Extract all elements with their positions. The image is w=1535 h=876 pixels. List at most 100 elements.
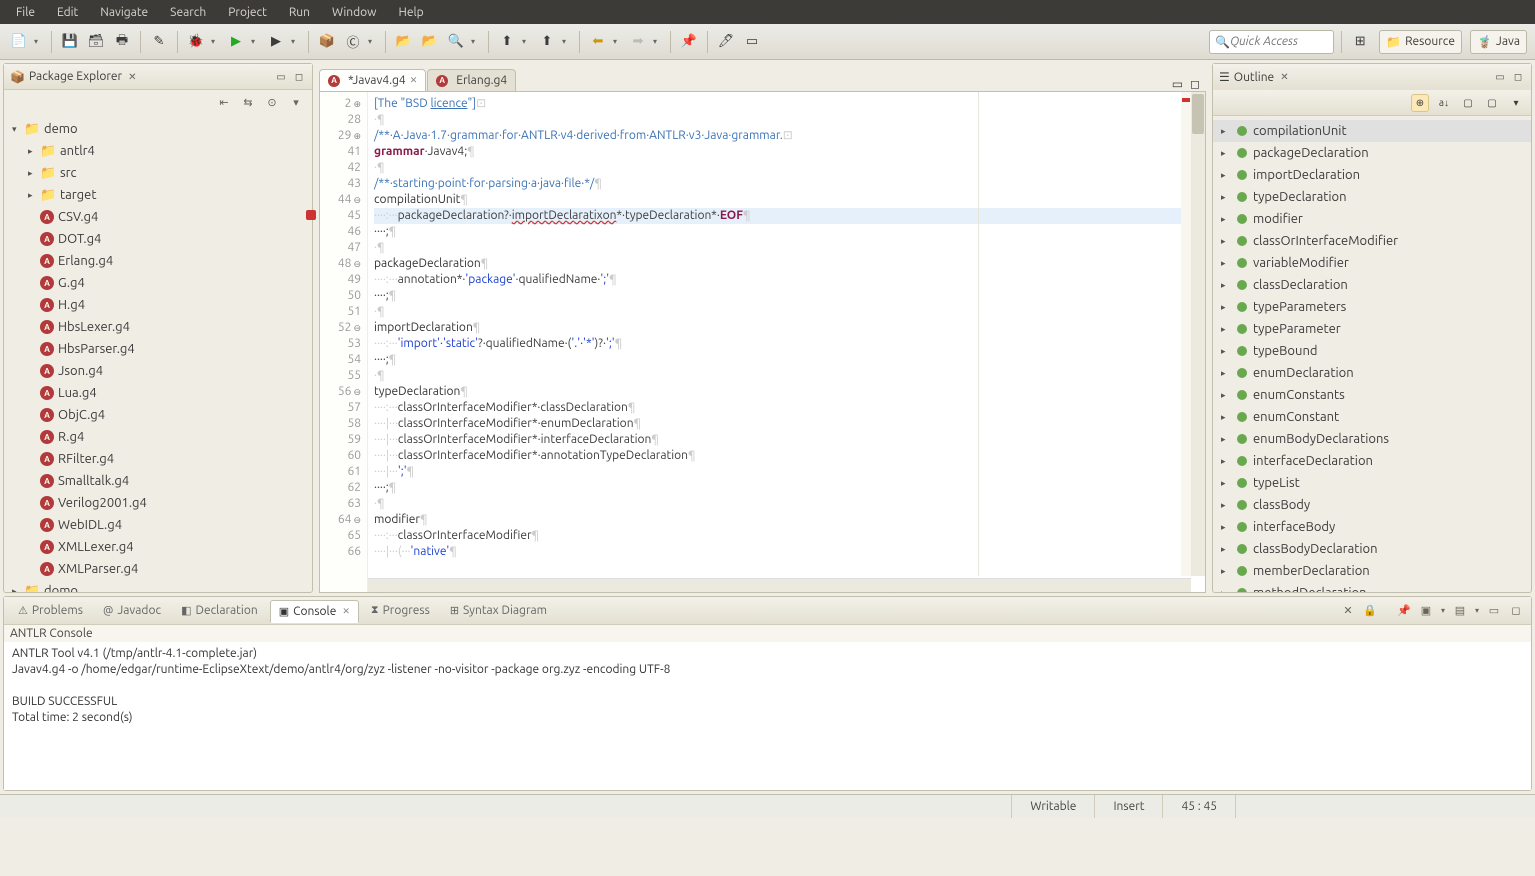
close-icon[interactable]: ✕: [128, 71, 136, 83]
overview-ruler[interactable]: [1181, 92, 1191, 576]
line-number[interactable]: 59: [320, 432, 361, 448]
new-package-button[interactable]: 📦: [316, 31, 338, 53]
line-number[interactable]: 54: [320, 352, 361, 368]
line-number[interactable]: 48⊖: [320, 256, 361, 272]
console-open-icon[interactable]: ▤: [1451, 602, 1469, 620]
outline-item[interactable]: ▸compilationUnit: [1213, 120, 1531, 142]
new-class-button[interactable]: Ⓒ: [342, 31, 364, 53]
code-line[interactable]: [The "BSD licence"]⊡: [374, 96, 1199, 112]
code-line[interactable]: ·¶: [374, 368, 1199, 384]
code-line[interactable]: ····;¶: [374, 224, 1199, 240]
menu-run[interactable]: Run: [279, 3, 320, 22]
tree-item[interactable]: ASmalltalk.g4: [4, 470, 312, 492]
code-area[interactable]: [The "BSD licence"]⊡ ·¶ /**·A·Java·1.7·gra…: [368, 92, 1205, 592]
perspective-resource[interactable]: 📁Resource: [1379, 30, 1462, 54]
expand-icon[interactable]: ▸: [1221, 368, 1233, 379]
expand-icon[interactable]: ▸: [1221, 522, 1233, 533]
minimize-icon[interactable]: ▭: [274, 70, 288, 84]
line-number[interactable]: 42: [320, 160, 361, 176]
code-line[interactable]: /**·A·Java·1.7·grammar·for·ANTLR·v4·deri…: [374, 128, 1199, 144]
menu-navigate[interactable]: Navigate: [90, 3, 158, 22]
line-number[interactable]: 44⊖: [320, 192, 361, 208]
menu-icon[interactable]: ▾: [288, 94, 304, 110]
code-line[interactable]: ····:···'import'·'static'?·qualifiedName…: [374, 336, 1199, 352]
outline-item[interactable]: ▸enumConstants: [1213, 384, 1531, 406]
tree-item[interactable]: ▸📁domo: [4, 580, 312, 592]
bottom-tab-problems[interactable]: ⚠Problems: [10, 600, 91, 621]
line-number[interactable]: 45: [320, 208, 361, 224]
expand-icon[interactable]: ▸: [1221, 148, 1233, 159]
tree-item[interactable]: ACSV.g4: [4, 206, 312, 228]
expand-icon[interactable]: ▸: [1221, 588, 1233, 593]
hide-button[interactable]: ▢: [1483, 94, 1501, 112]
editor-tab[interactable]: A*Javav4.g4✕: [319, 69, 426, 91]
code-line[interactable]: ····:···classOrInterfaceModifier¶: [374, 528, 1199, 544]
line-number[interactable]: 56⊖: [320, 384, 361, 400]
code-line[interactable]: /**·starting·point·for·parsing·a·java·fi…: [374, 176, 1199, 192]
code-line[interactable]: ····;¶: [374, 352, 1199, 368]
open-task-button[interactable]: 📂: [419, 31, 441, 53]
quick-access-input[interactable]: [1230, 35, 1320, 48]
editor-hscrollbar[interactable]: [368, 578, 1191, 592]
line-number[interactable]: 64⊖: [320, 512, 361, 528]
code-line[interactable]: compilationUnit¶: [374, 192, 1199, 208]
expand-icon[interactable]: ▸: [1221, 500, 1233, 511]
code-line[interactable]: ·¶: [374, 160, 1199, 176]
console-clear-icon[interactable]: ✕: [1339, 602, 1357, 620]
console-scroll-lock-icon[interactable]: 🔒: [1361, 602, 1379, 620]
search-button[interactable]: 🔍: [445, 31, 467, 53]
tree-item[interactable]: ▸📁antlr4: [4, 140, 312, 162]
outline-tree[interactable]: ▸compilationUnit▸packageDeclaration▸impo…: [1213, 116, 1531, 592]
line-number[interactable]: 52⊖: [320, 320, 361, 336]
expand-icon[interactable]: ▸: [1221, 302, 1233, 313]
bottom-maximize-icon[interactable]: ◻: [1507, 602, 1525, 620]
tree-item[interactable]: AH.g4: [4, 294, 312, 316]
menu-button[interactable]: ▾: [1507, 94, 1525, 112]
menu-project[interactable]: Project: [218, 3, 277, 22]
line-number[interactable]: 46: [320, 224, 361, 240]
outline-item[interactable]: ▸interfaceBody: [1213, 516, 1531, 538]
tree-item[interactable]: ADOT.g4: [4, 228, 312, 250]
code-line[interactable]: grammar·Javav4;¶: [374, 144, 1199, 160]
expand-icon[interactable]: ▸: [1221, 126, 1233, 137]
tree-item[interactable]: AWebIDL.g4: [4, 514, 312, 536]
tree-item[interactable]: AG.g4: [4, 272, 312, 294]
outline-item[interactable]: ▸modifier: [1213, 208, 1531, 230]
open-perspective-button[interactable]: ⊞: [1349, 31, 1371, 53]
tree-item[interactable]: ARFilter.g4: [4, 448, 312, 470]
package-tree[interactable]: ▾📁demo▸📁antlr4▸📁src▸📁targetACSV.g4ADOT.g…: [4, 114, 312, 592]
outline-item[interactable]: ▸methodDeclaration: [1213, 582, 1531, 592]
expand-icon[interactable]: ▸: [1221, 214, 1233, 225]
expand-icon[interactable]: ▸: [1221, 544, 1233, 555]
fold-icon[interactable]: ⊖: [353, 387, 361, 397]
tree-item[interactable]: AObjC.g4: [4, 404, 312, 426]
console-display-icon[interactable]: ▣: [1417, 602, 1435, 620]
menu-edit[interactable]: Edit: [47, 3, 88, 22]
code-line[interactable]: ·¶: [374, 496, 1199, 512]
line-number[interactable]: 61: [320, 464, 361, 480]
outline-item[interactable]: ▸classDeclaration: [1213, 274, 1531, 296]
line-number[interactable]: 2⊕: [320, 96, 361, 112]
expand-icon[interactable]: ▸: [1221, 412, 1233, 423]
outline-item[interactable]: ▸typeDeclaration: [1213, 186, 1531, 208]
code-line[interactable]: ·¶: [374, 240, 1199, 256]
run-button[interactable]: ▶: [225, 31, 247, 53]
outline-item[interactable]: ▸importDeclaration: [1213, 164, 1531, 186]
expand-icon[interactable]: ▸: [1221, 456, 1233, 467]
minimize-icon[interactable]: ▭: [1493, 70, 1507, 84]
expand-icon[interactable]: ▸: [1221, 258, 1233, 269]
outline-item[interactable]: ▸packageDeclaration: [1213, 142, 1531, 164]
expand-icon[interactable]: ▾: [12, 124, 24, 135]
close-tab-icon[interactable]: ✕: [342, 606, 350, 617]
close-tab-icon[interactable]: ✕: [410, 75, 418, 86]
code-line[interactable]: ····|···classOrInterfaceModifier*·interf…: [374, 432, 1199, 448]
outline-item[interactable]: ▸classBodyDeclaration: [1213, 538, 1531, 560]
bottom-tab-console[interactable]: ▣Console✕: [270, 600, 359, 623]
code-line[interactable]: importDeclaration¶: [374, 320, 1199, 336]
code-line[interactable]: ····|···classOrInterfaceModifier*·enumDe…: [374, 416, 1199, 432]
menu-window[interactable]: Window: [322, 3, 386, 22]
forward-button[interactable]: ➡: [627, 31, 649, 53]
expand-icon[interactable]: ▸: [12, 586, 24, 593]
save-button[interactable]: 💾: [59, 31, 81, 53]
code-line[interactable]: modifier¶: [374, 512, 1199, 528]
